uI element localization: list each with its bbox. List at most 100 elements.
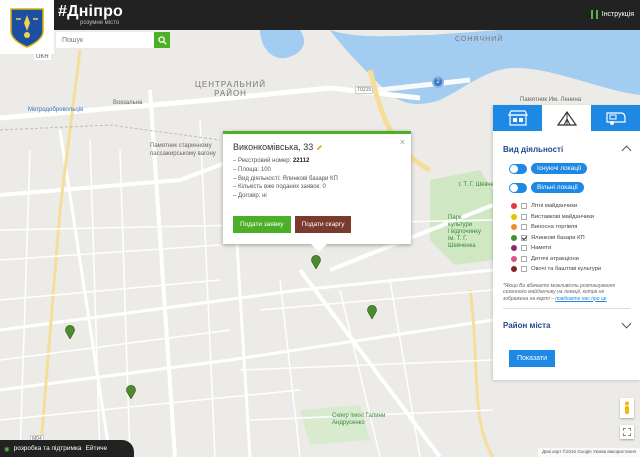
complain-button[interactable]: Подати скаргу — [294, 216, 352, 233]
category-item[interactable]: Дитячі атракціони — [511, 254, 640, 265]
popup-row-applications: – Кількість вже поданих заявок: 0 — [233, 184, 326, 191]
map-attribution[interactable]: Дані карт ©2016 Google Умови використанн… — [538, 448, 640, 457]
category-item[interactable]: Намети — [511, 243, 640, 254]
category-item[interactable]: Виносна торгівля — [511, 222, 640, 233]
popup-row-label: Вид діяльності: — [238, 175, 281, 182]
instructions-link[interactable]: Інструкція — [590, 10, 634, 19]
coat-of-arms-icon — [10, 8, 44, 48]
map-marker[interactable] — [65, 325, 75, 339]
marker-cluster[interactable]: 2 — [432, 76, 444, 88]
category-checkbox-checked[interactable] — [521, 234, 527, 241]
pegman-icon — [625, 401, 629, 414]
street-view-control[interactable] — [620, 398, 634, 418]
free-label: Вільні локації — [531, 182, 584, 193]
category-label: Виставкові майданчики — [531, 213, 594, 220]
map-marker-selected[interactable] — [311, 255, 321, 269]
park-label: Парк культури і відпочинку ім. Т. Г. Шев… — [448, 215, 481, 250]
popup-title-text: Виконкомівська, 33 — [233, 142, 314, 152]
district-section-header[interactable]: Район міста — [493, 315, 640, 335]
category-color-dot — [511, 213, 517, 220]
suggest-link[interactable]: повідомте нас про це — [555, 296, 606, 302]
suggest-note: *Якщо Ви вбачаєте можливість розташуванн… — [503, 283, 630, 303]
brand-subtitle: розумне місто — [80, 20, 120, 26]
developer-credit[interactable]: ◉ розробка та підтримка Ейтиче — [0, 440, 134, 457]
square-label-line1: Сквер імені Галини — [332, 413, 386, 419]
activity-section-header[interactable]: Вид діяльності — [493, 139, 640, 159]
category-color-dot — [511, 224, 517, 231]
divider — [503, 308, 630, 309]
category-label: Намети — [531, 245, 552, 252]
district-label-line1: ЦЕНТРАЛЬНИЙ — [195, 80, 267, 89]
category-color-dot — [511, 245, 517, 252]
sonyachniy-label: СОНЯЧНИЙ — [455, 36, 504, 43]
brand-title: #Дніпро — [58, 3, 124, 20]
category-color-dot — [511, 255, 517, 262]
search-button[interactable] — [154, 32, 170, 48]
popup-row-value: 100 — [260, 166, 271, 173]
existing-toggle[interactable] — [509, 163, 527, 174]
instructions-label: Інструкція — [601, 11, 634, 18]
district-label: ЦЕНТРАЛЬНИЙ РАЙОН — [195, 80, 266, 98]
park-label-line1: Парк — [448, 215, 462, 221]
trailer-icon — [605, 112, 626, 125]
monument-label-1: Памятник старинному — [150, 143, 212, 149]
category-tabs — [493, 105, 640, 131]
park-label-line4: ім. Т. Г. — [448, 236, 468, 242]
popup-row-activity: – Вид діяльності: Ялинкові базари КП — [233, 175, 338, 182]
popup-row-label: Кількість вже поданих заявок: — [238, 184, 321, 191]
lenin-label: Памятник Им. Ленина — [520, 97, 582, 103]
popup-row-contract: – Договір: ні — [233, 193, 267, 200]
tab-tent[interactable] — [542, 105, 591, 131]
free-toggle[interactable] — [509, 182, 527, 193]
close-icon[interactable]: × — [400, 137, 405, 147]
park-label-line5: Шевченка — [448, 243, 476, 249]
popup-row-value: 22112 — [292, 158, 310, 164]
category-checkbox[interactable] — [521, 224, 527, 231]
tab-trailer[interactable] — [591, 105, 640, 131]
city-logo[interactable] — [0, 0, 54, 54]
category-item[interactable]: Овочі та баштові культури — [511, 264, 640, 275]
tent-icon — [556, 110, 577, 126]
map-marker[interactable] — [126, 385, 136, 399]
existing-label: Існуючі локації — [531, 163, 588, 174]
category-list: Літні майданчики Виставкові майданчики В… — [511, 201, 640, 275]
category-label: Овочі та баштові культури — [531, 266, 602, 273]
popup-row-value: ні — [262, 193, 267, 200]
category-checkbox[interactable] — [521, 213, 527, 220]
category-color-dot — [511, 234, 517, 241]
category-checkbox[interactable] — [521, 245, 527, 252]
popup-row-area: – Площа: 100 — [233, 166, 271, 173]
category-checkbox[interactable] — [521, 203, 527, 210]
category-item[interactable]: Ялинкові базари КП — [511, 233, 640, 244]
park-label-line2: культури — [448, 222, 473, 228]
road-sign-t0215: T0215 — [355, 86, 374, 94]
district-title: Район міста — [503, 320, 551, 330]
tab-kiosk[interactable] — [493, 105, 542, 131]
activity-title: Вид діяльності — [503, 144, 564, 154]
fullscreen-control[interactable] — [620, 425, 634, 439]
category-label: Ялинкові базари КП — [531, 234, 585, 241]
search-input[interactable] — [56, 32, 154, 48]
category-item[interactable]: Літні майданчики — [511, 201, 640, 212]
existing-toggle-row[interactable]: Існуючі локації — [509, 163, 640, 174]
category-label: Виносна торгівля — [531, 224, 578, 231]
brand[interactable]: #Дніпро розумне місто — [58, 3, 123, 27]
category-label: Дитячі атракціони — [531, 255, 579, 262]
category-checkbox[interactable] — [521, 266, 527, 273]
popup-row-value: Ялинкові базари КП — [282, 175, 338, 182]
district-label-line2: РАЙОН — [214, 89, 247, 98]
language-switch[interactable]: UKR — [34, 54, 51, 60]
filter-panel: Вид діяльності Існуючі локації Вільні ло… — [493, 105, 640, 380]
show-button[interactable]: Показати — [509, 350, 556, 367]
kiosk-icon — [507, 110, 528, 126]
category-checkbox[interactable] — [521, 255, 527, 262]
map-marker[interactable] — [367, 305, 377, 319]
apply-button[interactable]: Подати заявку — [233, 216, 291, 233]
square-label-line2: Андрусенко — [332, 420, 365, 426]
category-item[interactable]: Виставкові майданчики — [511, 212, 640, 223]
pencil-icon[interactable] — [316, 144, 323, 151]
station-label: Вокзальна — [113, 100, 143, 106]
free-toggle-row[interactable]: Вільні локації — [509, 182, 640, 193]
chevron-down-icon — [621, 318, 632, 329]
search-bar — [56, 32, 170, 48]
